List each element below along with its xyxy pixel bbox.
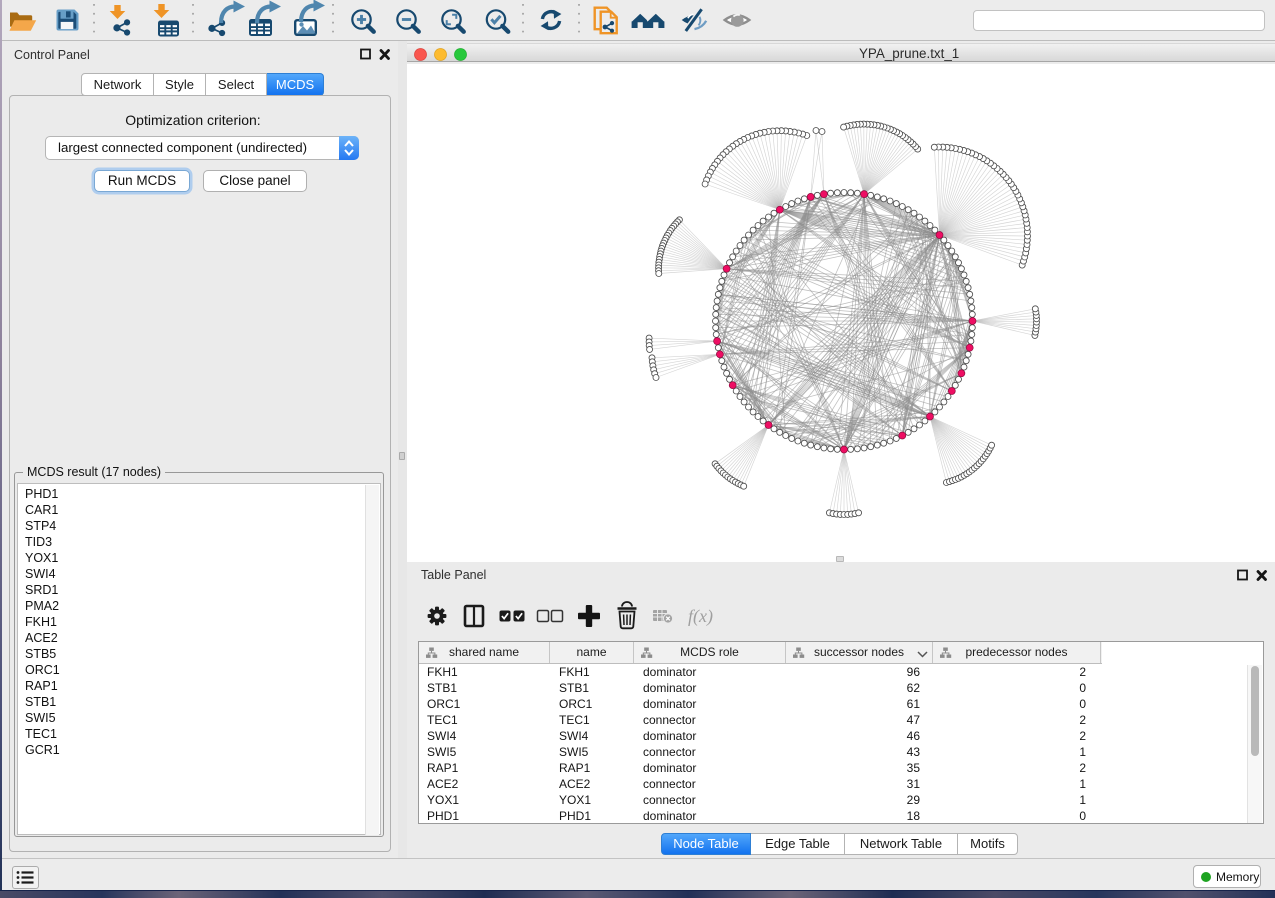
svg-text:f(x): f(x) xyxy=(688,606,713,627)
